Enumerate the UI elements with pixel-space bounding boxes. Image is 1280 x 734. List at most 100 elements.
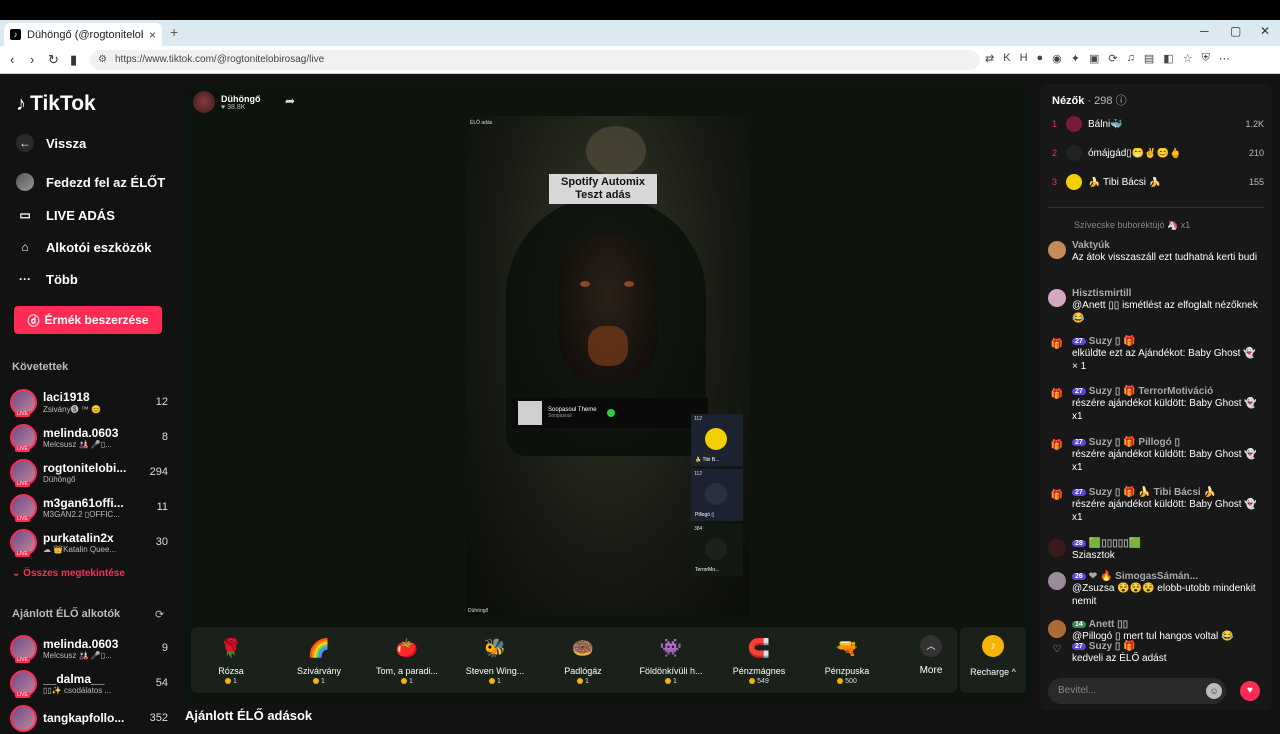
avatar[interactable] xyxy=(1048,572,1066,590)
menu-dots-icon[interactable]: ⋯ xyxy=(1219,52,1230,65)
chat-user[interactable]: Suzy ▯ 🎁 xyxy=(1089,641,1136,652)
extension-color-icon[interactable]: ◉ xyxy=(1052,52,1062,65)
recommended-item[interactable]: LIVE __dalma__ ▯▯✨ csodálatos ... 54 xyxy=(10,667,168,699)
avatar[interactable] xyxy=(1048,539,1066,557)
video-player[interactable]: ÉLŐ adás Dühöngő Spotify Automix Teszt a… xyxy=(466,116,750,616)
chat-user[interactable]: 🟩▯▯▯▯▯🟩 xyxy=(1089,538,1141,549)
refresh-icon[interactable]: ⟳ xyxy=(155,608,164,621)
music-icon[interactable]: ♫ xyxy=(1127,52,1135,65)
host-info[interactable]: Dühöngő ♥ 38.8K xyxy=(193,91,261,113)
chat-user[interactable]: Suzy ▯ 🎁 xyxy=(1089,336,1136,347)
chat-text: részére ajándékot küldött: Baby Ghost 👻 … xyxy=(1072,449,1257,473)
level-badge: 27 xyxy=(1072,643,1086,650)
gift-item[interactable]: 🐝 Steven Wing... 1 xyxy=(455,635,535,685)
participant-avatar xyxy=(705,483,727,505)
chat-user[interactable]: Suzy ▯ 🎁 TerrorMotiváció xyxy=(1089,386,1213,397)
chat-user[interactable]: ❤ 🔥 SimogasSámán... xyxy=(1089,571,1198,582)
participant-tile[interactable]: 384 TerrorMo... xyxy=(691,524,743,576)
get-coins-button[interactable]: ⓓ Érmék beszerzése xyxy=(14,306,162,334)
viewer-score: 210 xyxy=(1248,148,1264,158)
extension-his-icon[interactable]: H xyxy=(1020,52,1028,65)
viewer-count: 9 xyxy=(161,642,168,654)
user-sub: ☁ 👑Katalin Quee... xyxy=(43,544,117,554)
new-tab-button[interactable]: + xyxy=(170,24,178,40)
nav-back-label: Vissza xyxy=(46,135,87,151)
viewers-header[interactable]: Nézők · 298 ⓘ xyxy=(1052,92,1127,108)
reading-list-icon[interactable]: ▤ xyxy=(1144,52,1154,65)
following-item[interactable]: LIVE m3gan61offi... M3GAN2.2 ▯OFFIC... 11 xyxy=(10,491,168,523)
nav-creator-tools[interactable]: ⌂ Alkotói eszközök xyxy=(16,238,151,256)
close-window-button[interactable]: ✕ xyxy=(1260,24,1270,38)
browser-tab[interactable]: ♪ Dühöngő (@rogtonitelobiros… × xyxy=(4,23,162,46)
forward-icon[interactable]: › xyxy=(30,52,34,67)
chat-input[interactable]: Bevitel... xyxy=(1048,678,1226,704)
gift-item[interactable]: 🍅 Tom, a paradi... 1 xyxy=(367,635,447,685)
gift-item[interactable]: 🍩 Padlógáz 1 xyxy=(543,635,623,685)
user-name: laci1918 xyxy=(43,389,90,404)
chat-user[interactable]: Suzy ▯ 🎁 Pillogó ▯ xyxy=(1089,437,1180,448)
recommended-item[interactable]: tangkapfollo... 352 xyxy=(10,702,168,734)
reload-icon[interactable]: ↻ xyxy=(48,52,59,68)
avatar: LIVE xyxy=(10,458,37,487)
site-info-icon[interactable]: ⚙ xyxy=(98,50,107,70)
sidebar-icon[interactable]: ◧ xyxy=(1163,52,1173,65)
extension-k-icon[interactable]: K xyxy=(1003,52,1010,65)
more-gifts-button[interactable]: ︿ More xyxy=(911,635,951,676)
chat-user[interactable]: Vaktyúk xyxy=(1072,240,1110,251)
avatar[interactable] xyxy=(1048,241,1066,259)
participant-tile[interactable]: 112 🍌 Tibi B... xyxy=(691,414,743,466)
viewer-count: 294 xyxy=(149,466,168,478)
extension-puzzle-icon[interactable]: ✦ xyxy=(1071,52,1080,65)
viewer-score: 1.2K xyxy=(1245,119,1264,129)
gift-item[interactable]: 🧲 Pénzmágnes 549 xyxy=(719,635,799,685)
top-viewer[interactable]: 2 ómájgád▯😁✌😊🖕 210 xyxy=(1052,145,1264,161)
following-item[interactable]: LIVE laci1918 Zsivány🅢 ™ 😊 12 xyxy=(10,386,168,418)
top-viewer[interactable]: 3 🍌 Tibi Bácsi 🍌 155 xyxy=(1052,174,1264,190)
back-icon[interactable]: ‹ xyxy=(10,52,14,67)
tab-close-icon[interactable]: × xyxy=(149,28,156,42)
recharge-button[interactable]: ♪ Recharge ^ xyxy=(960,627,1026,693)
top-viewer[interactable]: 1 Bálni🐳 1.2K xyxy=(1052,116,1264,132)
emoji-icon[interactable]: ☺ xyxy=(1206,683,1222,699)
tiktok-logo[interactable]: ♪ TikTok xyxy=(16,92,96,116)
extension-box-icon[interactable]: ▣ xyxy=(1089,52,1099,65)
participant-avatar xyxy=(705,538,727,560)
avatar[interactable] xyxy=(1048,289,1066,307)
gift-item[interactable]: 👾 Földönkívüli h... 1 xyxy=(631,635,711,685)
following-item[interactable]: LIVE purkatalin2x ☁ 👑Katalin Quee... 30 xyxy=(10,526,168,558)
extension-eye-icon[interactable]: ● xyxy=(1037,52,1044,65)
maximize-button[interactable]: ▢ xyxy=(1230,24,1241,38)
minimize-button[interactable]: ─ xyxy=(1200,24,1209,38)
gift-heart-icon[interactable]: ♥ xyxy=(1240,681,1260,701)
chat-user[interactable]: Anett ▯▯ xyxy=(1089,619,1128,630)
recommended-item[interactable]: LIVE melinda.0603 Melcsusz 🎎 🎤▯... 9 xyxy=(10,632,168,664)
participant-tile[interactable]: 112 Pillogó ▯ xyxy=(691,469,743,521)
nav-explore-live[interactable]: Fedezd fel az ÉLŐT xyxy=(16,173,165,191)
shield-icon[interactable]: ⛨ xyxy=(1202,52,1210,65)
nav-live[interactable]: ▭ LIVE ADÁS xyxy=(16,206,115,224)
avatar[interactable] xyxy=(1048,620,1066,638)
nav-back[interactable]: ← Vissza xyxy=(16,134,86,152)
see-all-link[interactable]: ⌄ Összes megtekintése xyxy=(12,568,125,579)
favorites-icon[interactable]: ☆ xyxy=(1183,52,1193,65)
gift-item[interactable]: 🔫 Pénzpuska 500 xyxy=(807,635,887,685)
translate-icon[interactable]: ⇄ xyxy=(985,52,994,65)
gift-item[interactable]: 🌹 Rózsa 1 xyxy=(191,635,271,685)
url-field[interactable]: ⚙ https://www.tiktok.com/@rogtonitelobir… xyxy=(90,50,980,70)
following-item[interactable]: LIVE rogtonitelobi... Dühöngő 294 xyxy=(10,456,168,488)
chat-message: 14 Anett ▯▯ @Pillogó ▯ mert tul hangos vol… xyxy=(1048,619,1264,643)
viewer-avatar xyxy=(1066,116,1082,132)
following-item[interactable]: LIVE melinda.0603 Melcsusz 🎎 🎤▯... 8 xyxy=(10,421,168,453)
user-sub: Dühöngő xyxy=(43,474,76,484)
bookmark-icon[interactable]: ▮ xyxy=(70,52,77,68)
nav-more[interactable]: ··· Több xyxy=(16,270,78,288)
share-icon[interactable]: ➦ xyxy=(285,94,295,108)
user-name: __dalma__ xyxy=(43,671,105,686)
viewer-rank: 1 xyxy=(1052,119,1058,129)
participant-name: TerrorMo... xyxy=(695,567,720,573)
gift-item[interactable]: 🌈 Szivárvány 1 xyxy=(279,635,359,685)
chat-user[interactable]: Hisztismirtill xyxy=(1072,288,1131,299)
extension-sync-icon[interactable]: ⟳ xyxy=(1108,52,1117,65)
chat-user[interactable]: Suzy ▯ 🎁 🍌 Tibi Bácsi 🍌 xyxy=(1089,487,1216,498)
gift-price: 1 xyxy=(497,678,501,685)
